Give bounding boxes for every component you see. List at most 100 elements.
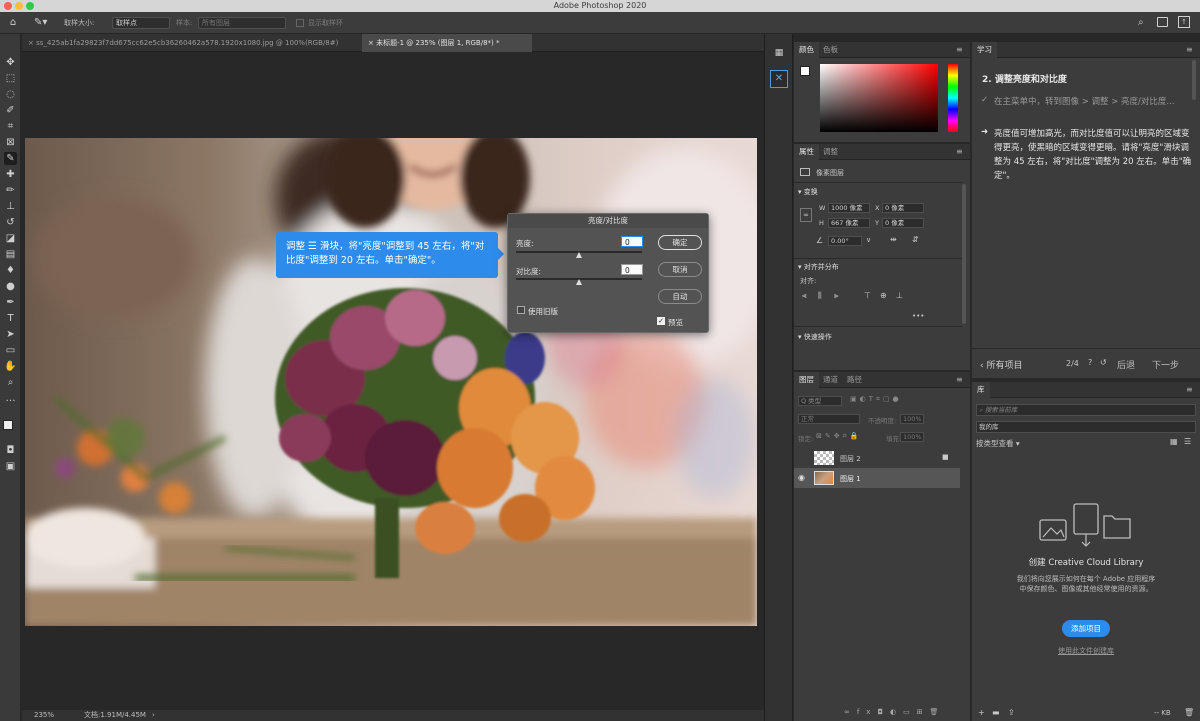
lock-icons[interactable]: ⊠✎✥⌗🔒 [816, 432, 861, 441]
path-selection-tool-icon[interactable]: ➤ [4, 328, 17, 341]
layer-row[interactable]: 图层 2 ■ [794, 448, 960, 468]
learn-panel-icon[interactable]: ✕ [770, 70, 788, 88]
align-section-title[interactable]: ▾ 对齐并分布 [798, 262, 839, 272]
next-button[interactable]: 下一步 [1152, 358, 1179, 371]
healing-brush-tool-icon[interactable]: ✚ [4, 168, 17, 181]
panel-menu-icon[interactable]: ≡ [956, 45, 963, 54]
visibility-eye-icon[interactable]: ◉ [798, 473, 805, 482]
undo-icon[interactable]: ↺ [1100, 358, 1107, 367]
quick-actions-section-title[interactable]: ▾ 快速操作 [798, 332, 832, 342]
add-item-button[interactable]: 添加项目 [1062, 620, 1110, 637]
zoom-window-button[interactable] [26, 2, 34, 10]
x-field[interactable]: 0 像素 [882, 203, 924, 213]
flip-horizontal-icon[interactable]: ⇹ [890, 235, 897, 244]
document-tab-active[interactable]: × 未标题-1 @ 235% (图层 1, RGB/8*) * [362, 34, 532, 52]
lasso-tool-icon[interactable]: ◌ [4, 88, 17, 101]
layer-name[interactable]: 图层 1 [840, 474, 861, 484]
eyedropper-tool-icon[interactable]: ✎ [4, 152, 17, 165]
panel-history-icon[interactable]: ▦ [773, 48, 785, 60]
tab-channels[interactable]: 通道 [818, 372, 843, 388]
learn-scrollbar[interactable] [1192, 60, 1196, 100]
back-button[interactable]: 后退 [1117, 358, 1135, 371]
cancel-button[interactable]: 取消 [658, 262, 702, 277]
close-window-button[interactable] [4, 2, 12, 10]
status-menu-chevron-icon[interactable]: › [152, 710, 155, 721]
zoom-tool-icon[interactable]: ⌕ [4, 376, 17, 389]
flip-vertical-icon[interactable]: ⇵ [912, 235, 919, 244]
search-icon[interactable]: ⌕ [1138, 17, 1144, 28]
history-brush-tool-icon[interactable]: ↺ [4, 216, 17, 229]
color-field[interactable] [820, 64, 938, 132]
upload-icon[interactable]: ⇪ [1008, 708, 1015, 717]
fill-field[interactable]: 100% [900, 432, 924, 442]
pen-tool-icon[interactable]: ✒ [4, 296, 17, 309]
sample-size-select[interactable]: 取样点 [112, 17, 170, 29]
more-options-icon[interactable]: ••• [912, 312, 924, 320]
contrast-slider-knob[interactable] [576, 279, 582, 285]
quick-selection-tool-icon[interactable]: ✐ [4, 104, 17, 117]
folder-icon[interactable]: ▬ [992, 708, 1000, 717]
eyedropper-tool-preset-icon[interactable]: ✎▾ [34, 16, 54, 30]
tab-adjustments[interactable]: 调整 [818, 144, 843, 160]
library-search-input[interactable]: ⌕ 搜索当前库 [976, 404, 1196, 416]
layer-filter-select[interactable]: Q 类型 [798, 396, 842, 406]
angle-dropdown-chevron-icon[interactable]: ∨ [866, 236, 871, 244]
angle-field[interactable]: 0.00° [828, 236, 862, 246]
brightness-slider-knob[interactable] [576, 252, 582, 258]
layer-name[interactable]: 图层 2 [840, 454, 861, 464]
align-top-icon[interactable]: ⊤ [864, 291, 871, 300]
align-left-icon[interactable]: ⫷ [802, 291, 807, 301]
list-view-icon[interactable]: ☰ [1184, 437, 1191, 446]
crop-tool-icon[interactable]: ⌗ [4, 120, 17, 133]
layer-filter-icons[interactable]: ▣◐T⌗▢● [850, 395, 902, 404]
opacity-field[interactable]: 100% [900, 414, 924, 424]
brightness-input[interactable]: 0 [621, 236, 643, 247]
gradient-tool-icon[interactable]: ▤ [4, 248, 17, 261]
help-icon[interactable]: ? [1088, 358, 1092, 367]
fg-color-chip[interactable] [800, 66, 810, 76]
blur-tool-icon[interactable]: ♦ [4, 264, 17, 277]
panel-menu-icon[interactable]: ≡ [1186, 385, 1193, 394]
contrast-input[interactable]: 0 [621, 264, 643, 275]
sample-select[interactable]: 所有图层 [198, 17, 286, 29]
minimize-window-button[interactable] [15, 2, 23, 10]
preview-checkbox[interactable]: ✓ [657, 317, 665, 325]
more-tools-icon[interactable]: … [4, 392, 17, 405]
add-icon[interactable]: + [978, 708, 985, 717]
transform-section-title[interactable]: ▾ 变换 [798, 187, 818, 197]
properties-scrollbar[interactable] [962, 184, 966, 324]
tab-paths[interactable]: 路径 [842, 372, 867, 388]
tab-layers[interactable]: 图层 [794, 372, 819, 388]
type-tool-icon[interactable]: T [4, 312, 17, 325]
tab-color[interactable]: 颜色 [794, 42, 819, 58]
hue-slider[interactable] [948, 64, 958, 132]
y-field[interactable]: 0 像素 [882, 218, 924, 228]
link-dimensions-icon[interactable]: ∞ [800, 208, 812, 222]
document-tab[interactable]: × ss_425ab1fa29823f7dd675cc62e5cb3626046… [22, 34, 362, 52]
rectangle-tool-icon[interactable]: ▭ [4, 344, 17, 357]
trash-icon[interactable]: 🗑 [1184, 708, 1194, 717]
foreground-color-swatch[interactable] [3, 420, 13, 430]
marquee-tool-icon[interactable]: ⬚ [4, 72, 17, 85]
align-bottom-icon[interactable]: ⊥ [896, 291, 903, 300]
share-icon[interactable]: ↑ [1178, 16, 1190, 28]
eraser-tool-icon[interactable]: ◪ [4, 232, 17, 245]
canvas-image[interactable] [25, 138, 757, 626]
tab-swatches[interactable]: 色板 [818, 42, 843, 58]
dodge-tool-icon[interactable]: ● [4, 280, 17, 293]
layer-actions-icons[interactable]: ∞fx◘◐▭⊞🗑 [844, 708, 945, 716]
clone-stamp-tool-icon[interactable]: ⊥ [4, 200, 17, 213]
panel-menu-icon[interactable]: ≡ [956, 147, 963, 156]
align-center-h-icon[interactable]: ⫼ [818, 291, 822, 301]
frame-tool-icon[interactable]: ⊠ [4, 136, 17, 149]
show-ring-checkbox[interactable] [296, 19, 304, 27]
panel-menu-icon[interactable]: ≡ [1186, 45, 1193, 54]
grid-view-icon[interactable]: ▦ [1170, 437, 1178, 446]
auto-button[interactable]: 自动 [658, 289, 702, 304]
create-from-file-link[interactable]: 使用此文件创建库 [972, 646, 1200, 656]
home-icon[interactable]: ⌂ [6, 16, 20, 30]
workspace-icon[interactable] [1157, 17, 1168, 27]
align-middle-v-icon[interactable]: ⊕ [880, 291, 887, 300]
layer-row-selected[interactable]: ◉ 图层 1 [794, 468, 960, 488]
height-field[interactable]: 667 像素 [828, 218, 870, 228]
